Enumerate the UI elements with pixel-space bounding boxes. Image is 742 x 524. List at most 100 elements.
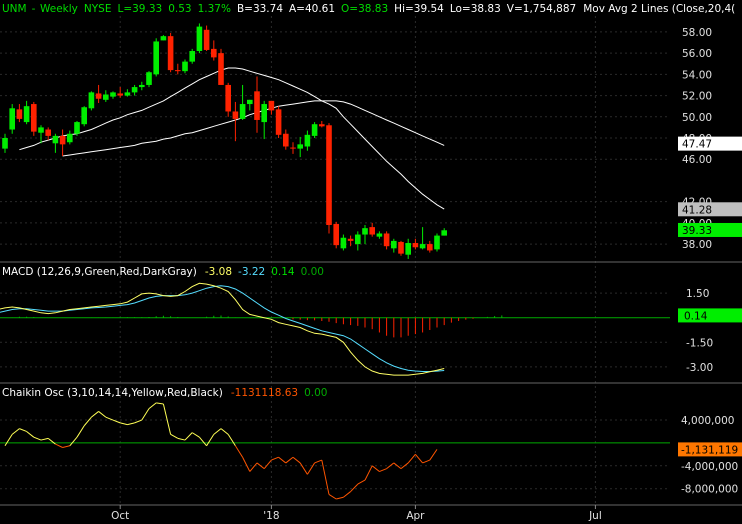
candle-body — [103, 94, 109, 100]
candle — [153, 38, 159, 77]
candle — [196, 23, 203, 54]
candle-body — [146, 72, 152, 85]
price-tick-label: 52.00 — [682, 91, 712, 103]
candle-body — [434, 235, 440, 250]
candle-body — [52, 135, 59, 144]
candle-body — [67, 133, 73, 143]
candle-body — [340, 237, 347, 249]
price-tick-label: 56.00 — [682, 48, 712, 60]
macd-value: -3.08 — [205, 266, 232, 278]
high: Hi=39.54 — [394, 3, 444, 15]
macd-zero-value: 0.00 — [301, 266, 324, 278]
candle — [218, 48, 224, 85]
candle-body — [45, 129, 51, 136]
chaikin-tick-label: 4,000,000 — [681, 415, 734, 427]
candle-body — [239, 104, 246, 119]
volume: V=1,754,887 — [507, 3, 576, 15]
candle-body — [261, 104, 267, 123]
candle-body — [268, 100, 275, 111]
candle-body — [74, 122, 80, 134]
candle-body — [441, 230, 447, 236]
candle-body — [297, 144, 303, 149]
candle-body — [31, 104, 37, 132]
candle-body — [211, 48, 217, 58]
stock-chart: 38.0040.0042.0046.0048.0050.0052.0054.00… — [0, 0, 742, 524]
price-tick-label: 38.00 — [682, 239, 712, 251]
candle — [81, 106, 87, 127]
candle-body — [196, 26, 203, 52]
x-tick-label: '18 — [263, 510, 279, 522]
candle-body — [23, 106, 30, 123]
candle-body — [16, 109, 23, 119]
candle-body — [405, 243, 411, 255]
candle-body — [275, 109, 282, 135]
candle-body — [117, 93, 123, 96]
chaikin-tag-label: -1,131,119 — [681, 444, 738, 456]
candle — [146, 71, 152, 88]
candle-body — [347, 238, 354, 241]
macd-tick-label: -3.00 — [686, 362, 713, 374]
candle-body — [419, 244, 426, 249]
change: 0.53 — [168, 3, 191, 15]
bid: B=33.74 — [237, 3, 283, 15]
candle-body — [304, 134, 311, 147]
candle-body — [9, 108, 15, 130]
x-tick-label: Jul — [588, 510, 602, 522]
symbol: UNM — [2, 3, 27, 15]
exchange: NYSE — [84, 3, 112, 15]
candle-body — [139, 84, 145, 88]
chaikin-tick-label: -8,000,000 — [681, 484, 738, 496]
candle — [88, 91, 95, 111]
x-tick-label: Apr — [406, 510, 425, 522]
candle — [167, 32, 174, 73]
candle-body — [412, 243, 419, 248]
candle-body — [182, 61, 188, 72]
candle-body — [203, 29, 210, 50]
candle-body — [391, 240, 397, 249]
candle-body — [189, 51, 195, 62]
macd-title-label: MACD (12,26,9,Green,Red,DarkGray) — [2, 266, 197, 278]
candle-body — [88, 92, 95, 109]
candle-body — [311, 124, 318, 136]
x-tick-label: Oct — [111, 510, 129, 522]
chaikin-title: Chaikin Osc (3,10,14,14,Yellow,Red,Black… — [2, 387, 328, 399]
candle-body — [326, 125, 332, 225]
price-tick-label: 50.00 — [682, 112, 712, 124]
ask: A=40.61 — [289, 3, 335, 15]
candle-body — [362, 228, 368, 235]
price-tag-label: 39.33 — [682, 225, 712, 237]
candle — [398, 240, 404, 256]
candle — [74, 121, 80, 136]
candle — [333, 221, 339, 249]
macd-tick-label: -1.50 — [686, 337, 713, 349]
candle-body — [110, 92, 116, 97]
candle-body — [383, 233, 390, 247]
macd-signal-value: -3.22 — [238, 266, 265, 278]
candle — [189, 48, 195, 64]
candle-body — [427, 244, 433, 251]
candle-body — [232, 111, 239, 119]
candle-body — [333, 223, 339, 246]
candle-body — [283, 133, 289, 147]
candle-body — [355, 234, 361, 245]
candle-body — [290, 147, 296, 149]
candle — [311, 122, 318, 138]
price-tag-label: 41.28 — [682, 204, 712, 216]
macd-tick-label: 1.50 — [686, 288, 709, 300]
price-tag-label: 47.47 — [682, 139, 712, 151]
candle-body — [2, 138, 8, 149]
candle-body — [398, 241, 404, 254]
macd-title: MACD (12,26,9,Green,Red,DarkGray) -3.08 -3… — [2, 266, 324, 278]
candle-body — [247, 99, 253, 105]
candle-body — [38, 127, 44, 133]
last-price: L=39.33 — [117, 3, 162, 15]
candle-body — [153, 41, 159, 75]
candle-body — [175, 70, 181, 72]
candle-body — [369, 227, 375, 235]
candle-body — [95, 93, 102, 99]
macd-tag-label: 0.14 — [684, 310, 708, 322]
candle — [9, 104, 15, 134]
candle-body — [59, 135, 66, 145]
candle — [31, 101, 37, 136]
ma-label: Mov Avg 2 Lines (Close,20,4( — [583, 3, 735, 15]
